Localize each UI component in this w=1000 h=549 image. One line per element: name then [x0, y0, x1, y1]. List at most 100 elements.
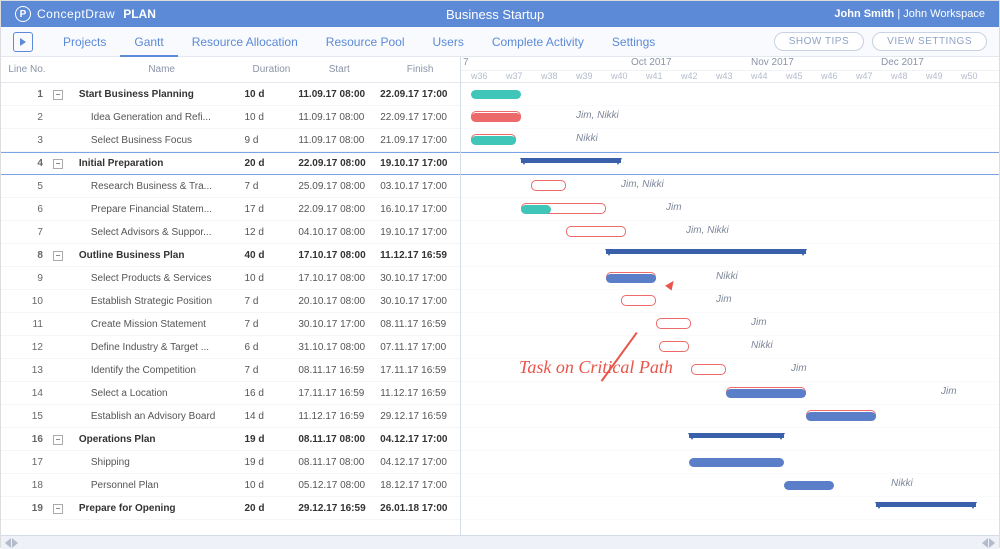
table-row[interactable]: 8−Outline Business Plan40 d17.10.17 08:0… [1, 244, 460, 267]
show-tips-button[interactable]: SHOW TIPS [774, 32, 864, 51]
task-bar[interactable] [521, 205, 551, 214]
table-row[interactable]: 9Select Products & Services10 d17.10.17 … [1, 267, 460, 290]
task-finish: 21.09.17 17:00 [380, 135, 460, 146]
task-name: Establish an Advisory Board [75, 411, 245, 422]
table-row[interactable]: 14Select a Location16 d17.11.17 16:5911.… [1, 382, 460, 405]
gantt-row[interactable] [461, 405, 999, 428]
gantt-row[interactable]: Nikki [461, 336, 999, 359]
week-label: w42 [681, 71, 698, 81]
tab-resource-pool[interactable]: Resource Pool [312, 29, 419, 55]
table-row[interactable]: 6Prepare Financial Statem...17 d22.09.17… [1, 198, 460, 221]
gantt-row[interactable] [461, 152, 999, 175]
gantt-chart[interactable]: 7 Oct 2017Nov 2017Dec 2017 w36w37w38w39w… [461, 57, 999, 535]
table-row[interactable]: 15Establish an Advisory Board14 d11.12.1… [1, 405, 460, 428]
critical-path-bar[interactable] [566, 226, 626, 237]
table-row[interactable]: 5Research Business & Tra...7 d25.09.17 0… [1, 175, 460, 198]
table-row[interactable]: 19−Prepare for Opening20 d29.12.17 16:59… [1, 497, 460, 520]
table-row[interactable]: 2Idea Generation and Refi...10 d11.09.17… [1, 106, 460, 129]
gantt-row[interactable] [461, 428, 999, 451]
gantt-row[interactable] [461, 244, 999, 267]
week-label: w45 [786, 71, 803, 81]
table-row[interactable]: 13Identify the Competition7 d08.11.17 16… [1, 359, 460, 382]
scroll-left[interactable] [5, 538, 18, 548]
critical-path-bar[interactable] [691, 364, 726, 375]
col-name[interactable]: Name [75, 64, 245, 75]
table-row[interactable]: 12Define Industry & Target ...6 d31.10.1… [1, 336, 460, 359]
task-bar[interactable] [689, 458, 784, 467]
tab-gantt[interactable]: Gantt [120, 29, 177, 57]
critical-path-bar[interactable] [621, 295, 656, 306]
gantt-row[interactable]: Jim [461, 382, 999, 405]
table-row[interactable]: 4−Initial Preparation20 d22.09.17 08:001… [1, 152, 460, 175]
gantt-row[interactable]: Jim, Nikki [461, 221, 999, 244]
expand-toggle[interactable]: − [53, 434, 75, 445]
gantt-row[interactable]: Nikki [461, 129, 999, 152]
col-duration[interactable]: Duration [244, 64, 298, 75]
menu-toggle-button[interactable] [13, 32, 33, 52]
task-bar[interactable] [806, 412, 876, 421]
gantt-row[interactable] [461, 497, 999, 520]
task-name: Prepare for Opening [75, 503, 245, 514]
week-label: w36 [471, 71, 488, 81]
gantt-row[interactable] [461, 451, 999, 474]
col-finish[interactable]: Finish [380, 64, 460, 75]
summary-bar[interactable] [606, 249, 806, 254]
task-start: 08.11.17 08:00 [298, 457, 380, 468]
task-start: 22.09.17 08:00 [298, 204, 380, 215]
gantt-row[interactable]: Jim [461, 198, 999, 221]
task-name: Start Business Planning [75, 89, 245, 100]
gantt-row[interactable]: Jim, Nikki [461, 175, 999, 198]
gantt-row[interactable]: Jim [461, 290, 999, 313]
col-start[interactable]: Start [298, 64, 380, 75]
tab-settings[interactable]: Settings [598, 29, 669, 55]
task-duration: 19 d [244, 434, 298, 445]
expand-toggle[interactable]: − [53, 503, 75, 514]
critical-path-bar[interactable] [656, 318, 691, 329]
tab-users[interactable]: Users [419, 29, 478, 55]
task-start: 05.12.17 08:00 [298, 480, 380, 491]
task-finish: 08.11.17 16:59 [380, 319, 460, 330]
gantt-row[interactable]: Jim [461, 313, 999, 336]
gantt-row[interactable] [461, 83, 999, 106]
view-settings-button[interactable]: VIEW SETTINGS [872, 32, 987, 51]
expand-toggle[interactable]: − [53, 250, 75, 261]
task-grid: Line No. Name Duration Start Finish 1−St… [1, 57, 461, 535]
summary-bar[interactable] [521, 158, 621, 163]
task-finish: 19.10.17 17:00 [380, 158, 460, 169]
col-line[interactable]: Line No. [1, 64, 53, 75]
summary-bar[interactable] [876, 502, 976, 507]
table-row[interactable]: 18Personnel Plan10 d05.12.17 08:0018.12.… [1, 474, 460, 497]
task-bar[interactable] [471, 90, 521, 99]
gantt-row[interactable]: Nikki [461, 474, 999, 497]
task-bar[interactable] [471, 113, 521, 122]
task-duration: 40 d [244, 250, 298, 261]
tab-projects[interactable]: Projects [49, 29, 120, 55]
task-bar[interactable] [606, 274, 656, 283]
task-bar[interactable] [471, 136, 516, 145]
table-row[interactable]: 11Create Mission Statement7 d30.10.17 17… [1, 313, 460, 336]
expand-toggle[interactable]: − [53, 158, 75, 169]
table-row[interactable]: 3Select Business Focus9 d11.09.17 08:002… [1, 129, 460, 152]
task-bar[interactable] [784, 481, 834, 490]
expand-toggle[interactable]: − [53, 89, 75, 100]
table-row[interactable]: 16−Operations Plan19 d08.11.17 08:0004.1… [1, 428, 460, 451]
tab-complete-activity[interactable]: Complete Activity [478, 29, 598, 55]
tab-resource-allocation[interactable]: Resource Allocation [178, 29, 312, 55]
table-row[interactable]: 7Select Advisors & Suppor...12 d04.10.17… [1, 221, 460, 244]
critical-path-bar[interactable] [531, 180, 566, 191]
task-finish: 11.12.17 16:59 [380, 388, 460, 399]
user-area[interactable]: John Smith | John Workspace [834, 8, 985, 20]
brand: P ConceptDraw PLAN [15, 6, 156, 22]
resource-label: Jim, Nikki [576, 110, 619, 121]
table-row[interactable]: 1−Start Business Planning10 d11.09.17 08… [1, 83, 460, 106]
task-bar[interactable] [726, 389, 806, 398]
summary-bar[interactable] [689, 433, 784, 438]
table-row[interactable]: 10Establish Strategic Position7 d20.10.1… [1, 290, 460, 313]
critical-path-bar[interactable] [659, 341, 689, 352]
gantt-row[interactable]: Nikki [461, 267, 999, 290]
table-row[interactable]: 17Shipping19 d08.11.17 08:0004.12.17 17:… [1, 451, 460, 474]
task-duration: 10 d [244, 89, 298, 100]
scroll-right[interactable] [982, 538, 995, 548]
row-number: 6 [1, 204, 53, 215]
gantt-row[interactable]: Jim, Nikki [461, 106, 999, 129]
